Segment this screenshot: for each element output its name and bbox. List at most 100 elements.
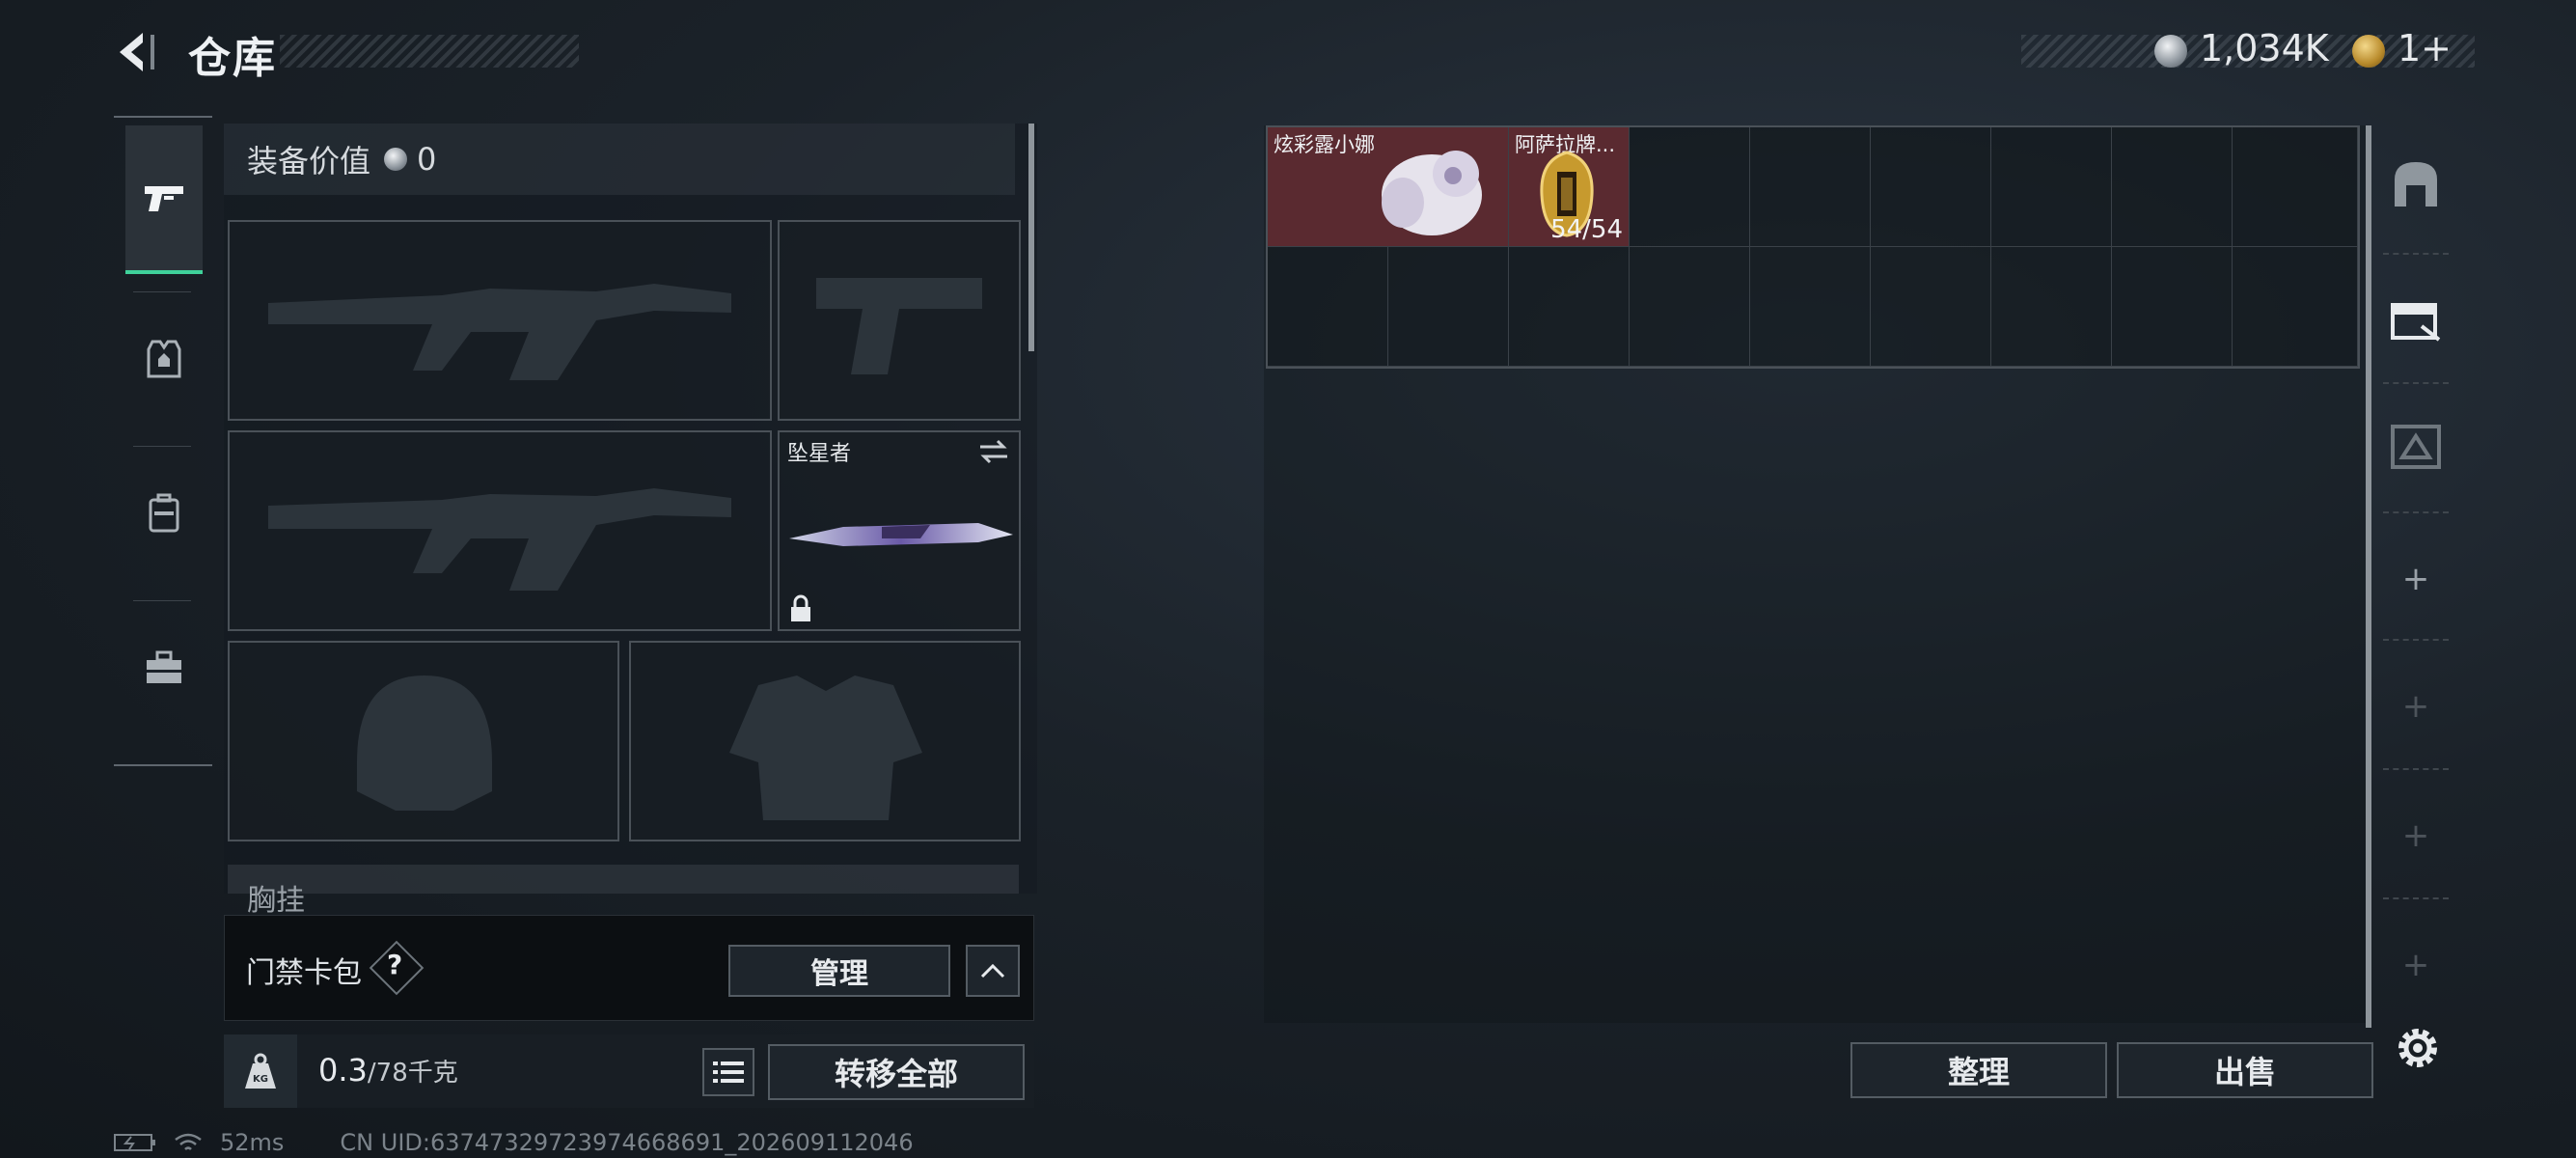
svg-text:KG: KG [253,1074,268,1085]
status-line: 52ms CN UID:63747329723974668691_2026091… [114,1129,914,1156]
storage-cell[interactable] [1630,247,1750,367]
storage-cell[interactable] [2233,127,2358,247]
tab-weapons[interactable] [125,125,203,274]
storage-cell[interactable] [2112,247,2233,367]
armor-vest-icon [147,340,181,378]
back-button[interactable] [114,29,160,75]
locked-storage-slot: + [2375,648,2456,764]
plus-icon: + [2401,687,2430,726]
melee-weapon-name: 坠星者 [787,442,852,466]
side-separator [2383,511,2449,513]
equipment-value-header: 装备价值 0 [224,124,1015,195]
storage-page-2[interactable] [2375,261,2456,376]
battery-icon [114,1134,155,1151]
storage-grid: 炫彩露小娜 阿萨拉牌... 54/54 [1266,125,2360,369]
pistol-icon [145,186,183,211]
storage-item[interactable]: 阿萨拉牌... 54/54 [1509,127,1630,247]
page-title: 仓库 [188,34,277,83]
side-separator [2383,253,2449,255]
helmet-slot[interactable] [228,641,619,841]
wifi-icon [175,1133,202,1150]
locked-storage-slot: + [2375,907,2456,1023]
storage-cell[interactable] [2233,247,2358,367]
keycard-pack-bar: 门禁卡包 ? 管理 [224,915,1034,1021]
back-arrow-icon [120,33,154,71]
side-separator [2383,897,2449,899]
weight-kg-icon: KG [245,1053,276,1089]
storage-page-main[interactable] [2375,125,2456,241]
storage-page-3[interactable] [2375,388,2456,504]
storage-box-icon [2391,303,2441,342]
storage-cell[interactable] [1871,247,1991,367]
manage-button[interactable]: 管理 [728,945,950,997]
silver-coin-icon [2154,35,2187,68]
storage-cell[interactable] [1509,247,1630,367]
plus-icon: + [2401,816,2430,855]
side-separator [2383,382,2449,384]
list-icon [713,1062,744,1083]
help-button[interactable]: ? [387,949,402,980]
equipment-value: 0 [417,141,437,178]
add-storage-page-button[interactable]: + [2375,521,2456,637]
tab-backpack[interactable] [125,441,203,586]
chest-rig-label: 胸挂 [247,884,305,918]
storage-item-count: 54/54 [1550,215,1623,244]
title-decoration [280,35,579,68]
uid-readout: CN UID:63747329723974668691_202609112046 [340,1129,914,1156]
crate-icon [2391,425,2441,469]
storage-cell[interactable] [1630,127,1750,247]
body-armor-slot[interactable] [629,641,1021,841]
helmet-silhouette-icon [357,676,492,811]
chest-rig-slot-header[interactable] [228,865,1019,894]
settings-button[interactable] [2391,1021,2445,1075]
storage-cell[interactable] [1991,247,2112,367]
backpack-icon [149,493,179,533]
sell-button[interactable]: 出售 [2117,1042,2373,1098]
collapse-button[interactable] [966,945,1020,997]
storage-cell[interactable] [1750,247,1871,367]
keycard-pack-label: 门禁卡包 [246,956,362,990]
weight-current: 0.3 [318,1052,368,1089]
silver-currency-amount: 1,034K [2200,27,2329,69]
tab-armor[interactable] [125,287,203,431]
plus-icon: + [2401,560,2430,598]
rifle-silhouette-icon [268,284,731,380]
equipment-scrollbar[interactable] [1028,124,1034,351]
side-separator [2383,639,2449,641]
transfer-all-button[interactable]: 转移全部 [768,1044,1025,1100]
side-separator [2383,768,2449,770]
secondary-primary-weapon-slot[interactable] [228,430,772,631]
gold-coin-icon [2352,35,2385,68]
storage-cell[interactable] [1388,247,1509,367]
figurine-icon [1382,151,1482,235]
melee-weapon-slot[interactable]: 坠星者 [778,430,1021,631]
rifle-silhouette-icon [268,488,731,591]
weight-icon-box: KG [224,1034,297,1108]
primary-weapon-slot[interactable] [228,220,772,421]
silver-coin-icon [384,148,408,171]
armor-silhouette-icon [729,676,922,820]
locked-storage-slot: + [2375,778,2456,894]
chevron-up-icon [980,963,1005,979]
category-tabs [114,116,212,766]
storage-cell[interactable] [1871,127,1991,247]
sort-button[interactable]: 整理 [1850,1042,2107,1098]
storage-cell[interactable] [1750,127,1871,247]
equipment-value-label: 装备价值 [247,143,371,179]
storage-item[interactable]: 炫彩露小娜 [1268,127,1509,247]
swap-icon[interactable] [976,438,1011,465]
storage-cell[interactable] [2112,127,2233,247]
list-view-button[interactable] [702,1048,754,1096]
tab-tools[interactable] [125,595,203,740]
secondary-weapon-slot[interactable] [778,220,1021,421]
weight-readout: 0.3/78千克 [318,1052,458,1089]
equipment-panel: 装备价值 0 坠星者 胸挂 [224,124,1037,918]
storage-scrollbar[interactable] [2366,125,2371,1028]
storage-item-name: 炫彩露小娜 [1274,133,1375,156]
storage-page-column: + + + + [2375,125,2456,1023]
storage-cell[interactable] [1991,127,2112,247]
ping-readout: 52ms [220,1129,285,1156]
weight-bar: KG 0.3/78千克 转移全部 [224,1034,1034,1108]
weight-capacity: /78千克 [367,1059,458,1088]
storage-cell[interactable] [1268,247,1388,367]
